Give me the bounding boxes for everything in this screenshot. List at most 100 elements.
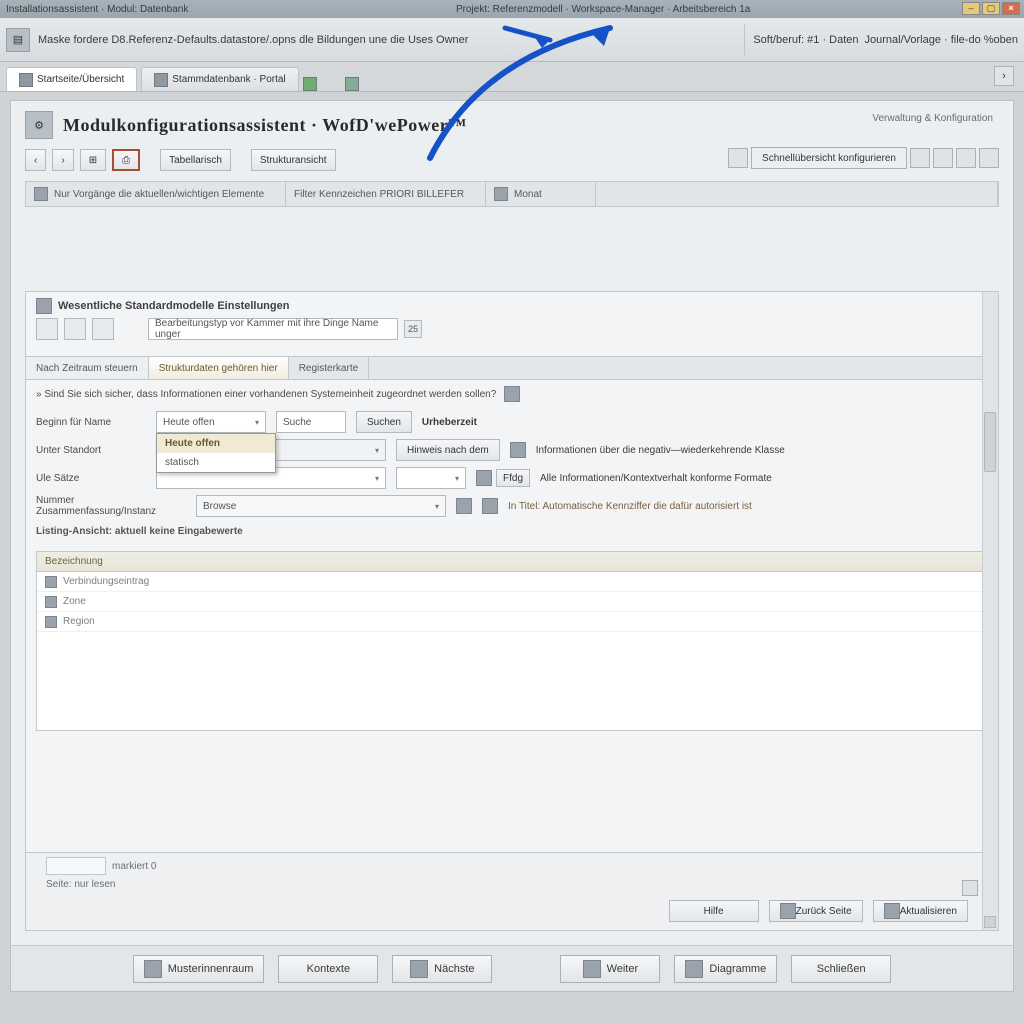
action-continue[interactable]: Weiter xyxy=(560,955,660,983)
inner-body: Wesentliche Standardmodelle Einstellunge… xyxy=(25,291,999,931)
quick-config-button[interactable]: Schnellübersicht konfigurieren xyxy=(751,147,907,169)
summary-field[interactable]: Browse xyxy=(196,495,446,517)
layout-icon-2[interactable] xyxy=(933,148,953,168)
action-next[interactable]: Nächste xyxy=(392,955,492,983)
sets-aux-field[interactable] xyxy=(396,467,466,489)
help-button[interactable]: Hilfe xyxy=(669,900,759,922)
tool-icon-4[interactable] xyxy=(120,318,142,340)
filter-label-3: Monat xyxy=(514,189,542,200)
action-templates[interactable]: Musterinnenraum xyxy=(133,955,265,983)
status-readonly: Seite: nur lesen xyxy=(46,879,116,890)
minimize-button[interactable]: – xyxy=(962,2,980,15)
action-diagrams[interactable]: Diagramme xyxy=(674,955,777,983)
row-icon xyxy=(45,616,57,628)
home-icon xyxy=(19,73,33,87)
list-item[interactable]: Zone xyxy=(37,592,987,612)
action-contexts[interactable]: Kontexte xyxy=(278,955,378,983)
list-header: Bezeichnung xyxy=(37,552,987,572)
chart-icon xyxy=(685,960,703,978)
view-table-button[interactable]: Tabellarisch xyxy=(160,149,231,171)
section-icon-row: Bearbeitungstyp vor Kammer mit ihre Ding… xyxy=(36,318,988,340)
toolbar-menu-edit[interactable]: Journal/Vorlage · file-do %oben xyxy=(865,34,1018,46)
chevron-right-icon: › xyxy=(1002,70,1006,82)
book-icon xyxy=(410,960,428,978)
nav-back-button[interactable]: ‹ xyxy=(25,149,46,171)
nav-forward-button[interactable]: › xyxy=(52,149,73,171)
subtab-label: Nach Zeitraum steuern xyxy=(26,357,149,379)
scrollbar[interactable] xyxy=(982,292,998,930)
section-title: Wesentliche Standardmodelle Einstellunge… xyxy=(58,300,289,312)
location-hint-button[interactable]: Hinweis nach dem xyxy=(396,439,500,461)
subtab-structure[interactable]: Strukturdaten gehören hier xyxy=(149,357,289,379)
subtab-strip: Nach Zeitraum steuern Strukturdaten gehö… xyxy=(26,356,998,380)
list-item[interactable]: Verbindungseintrag xyxy=(37,572,987,592)
row-summary: Nummer Zusammenfassung/Instanz Browse In… xyxy=(26,492,998,520)
section-icon xyxy=(36,298,52,314)
count-badge: 25 xyxy=(404,320,422,338)
filter-icon xyxy=(34,187,48,201)
row-icon xyxy=(45,596,57,608)
panel-collapse-button[interactable]: › xyxy=(994,66,1014,86)
tag-chip[interactable]: Ffdg xyxy=(496,469,530,487)
tool-icon-3[interactable] xyxy=(92,318,114,340)
refresh-icon xyxy=(884,903,900,919)
scrollbar-down-arrow[interactable] xyxy=(984,916,996,928)
title-center: Projekt: Referenzmodell · Workspace-Mana… xyxy=(456,4,750,15)
view-selected-button[interactable]: ⎙ xyxy=(112,149,140,171)
search-term-field[interactable]: Suche xyxy=(276,411,346,433)
action-bar: Musterinnenraum Kontexte Nächste Weiter … xyxy=(11,945,1013,991)
title-left: Installationsassistent · Modul: Datenban… xyxy=(6,4,188,15)
tool-icon-2[interactable] xyxy=(64,318,86,340)
list-section-label: Listing-Ansicht: aktuell keine Eingabewe… xyxy=(26,520,998,543)
default-type-field[interactable]: Bearbeitungstyp vor Kammer mit ihre Ding… xyxy=(148,318,398,340)
view-tree-button[interactable]: Strukturansicht xyxy=(251,149,336,171)
mini-view-1[interactable] xyxy=(728,148,748,168)
view-right-cluster: Schnellübersicht konfigurieren xyxy=(728,147,999,169)
dropdown-option-2[interactable]: statisch xyxy=(157,453,275,472)
content-area: ⚙ Modulkonfigurationsassistent · WofD'we… xyxy=(0,92,1024,996)
row-start-name: Beginn für Name Heute offen Heute offen … xyxy=(26,408,998,436)
row-label: Beginn für Name xyxy=(36,417,146,428)
selection-count-box xyxy=(46,857,106,875)
subtab-empty xyxy=(369,357,998,379)
dropdown-option-1[interactable]: Heute offen xyxy=(157,434,275,453)
db-icon xyxy=(154,73,168,87)
green-flag-icon[interactable] xyxy=(303,77,317,91)
row-label: Unter Standort xyxy=(36,445,146,456)
info-icon[interactable] xyxy=(504,386,520,402)
action-close[interactable]: Schließen xyxy=(791,955,891,983)
scrollbar-thumb[interactable] xyxy=(984,412,996,472)
folder-icon[interactable] xyxy=(456,498,472,514)
corner-info-icon[interactable] xyxy=(962,880,978,896)
layout-icon-4[interactable] xyxy=(979,148,999,168)
tab-label: Stammdatenbank · Portal xyxy=(172,74,285,85)
page-back-button[interactable]: Zurück Seite xyxy=(769,900,863,922)
config-panel: ⚙ Modulkonfigurationsassistent · WofD'we… xyxy=(10,100,1014,992)
layout-icon-3[interactable] xyxy=(956,148,976,168)
tab-database[interactable]: Stammdatenbank · Portal xyxy=(141,67,298,91)
panel-title: Modulkonfigurationsassistent · WofD'wePo… xyxy=(63,115,467,136)
results-list: Bezeichnung Verbindungseintrag Zone Regi… xyxy=(36,551,988,731)
refresh-list-button[interactable]: Aktualisieren xyxy=(873,900,968,922)
search-button[interactable]: Suchen xyxy=(356,411,412,433)
row-label: Nummer Zusammenfassung/Instanz xyxy=(36,495,186,517)
title-bar: Installationsassistent · Modul: Datenban… xyxy=(0,0,1024,18)
start-type-dropdown[interactable]: Heute offen Heute offen statisch xyxy=(156,411,266,433)
row-desc: Informationen über die negativ—wiederkeh… xyxy=(536,445,785,456)
layers-icon: ▤ xyxy=(13,33,23,46)
refresh-icon[interactable] xyxy=(345,77,359,91)
panel-subtitle: Verwaltung & Konfiguration xyxy=(872,113,993,124)
forward-icon xyxy=(583,960,601,978)
filter-bar: Nur Vorgänge die aktuellen/wichtigen Ele… xyxy=(25,181,999,207)
toolbar-menu-new[interactable]: Soft/beruf: #1 · Daten xyxy=(753,34,858,46)
subtab-register[interactable]: Registerkarte xyxy=(289,357,369,379)
view-grid-button[interactable]: ⊞ xyxy=(80,149,106,171)
maximize-button[interactable]: ▢ xyxy=(982,2,1000,15)
list-item[interactable]: Region xyxy=(37,612,987,632)
link-icon[interactable] xyxy=(482,498,498,514)
layout-icon-1[interactable] xyxy=(910,148,930,168)
tab-start[interactable]: Startseite/Übersicht xyxy=(6,67,137,91)
confirmation-note: » Sind Sie sich sicher, dass Information… xyxy=(26,380,998,408)
close-button[interactable]: × xyxy=(1002,2,1020,15)
tool-icon-1[interactable] xyxy=(36,318,58,340)
